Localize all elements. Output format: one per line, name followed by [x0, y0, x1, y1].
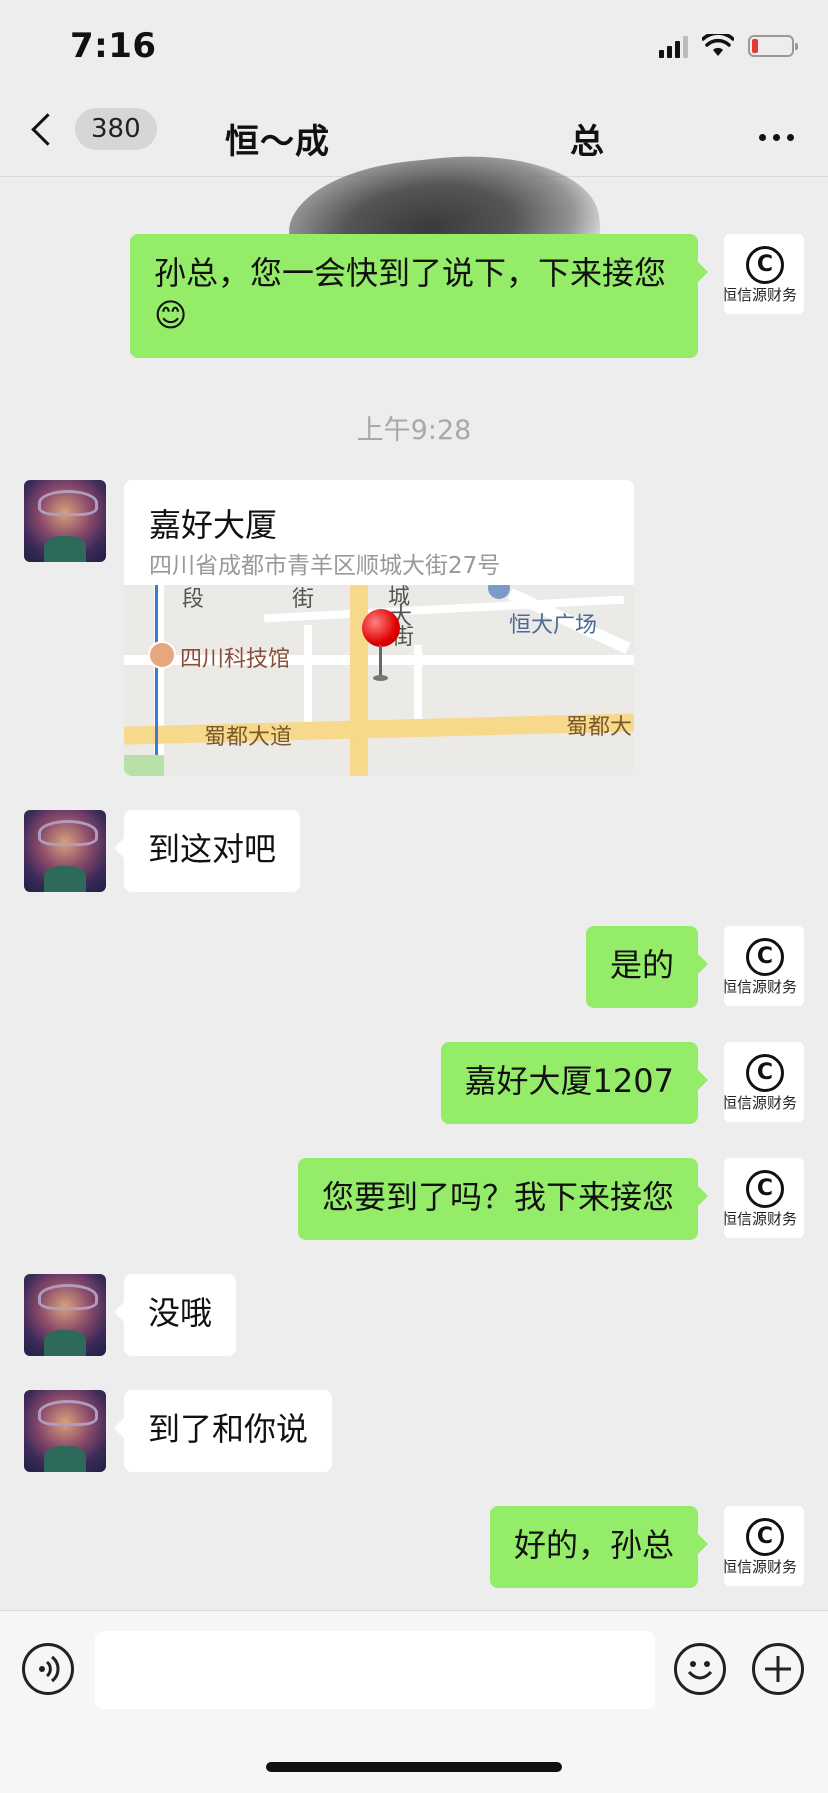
message-bubble-outgoing[interactable]: 孙总，您一会快到了说下，下来接您😊: [130, 234, 708, 358]
copyright-icon: C: [746, 1518, 784, 1556]
message-bubble-outgoing[interactable]: 好的，孙总: [489, 1506, 709, 1588]
message-bubble-incoming[interactable]: 到了和你说: [113, 1390, 333, 1472]
avatar[interactable]: [24, 1390, 106, 1472]
map-label: 段: [182, 587, 205, 612]
avatar-label: 恒信源财务: [724, 1094, 798, 1112]
avatar[interactable]: [24, 480, 106, 562]
avatar-label: 恒信源财务: [724, 286, 798, 304]
copyright-icon: C: [746, 938, 784, 976]
park-area: [124, 755, 164, 776]
avatar[interactable]: C 恒信源财务: [724, 1042, 804, 1122]
battery-icon: [748, 35, 798, 57]
message-bubble-outgoing[interactable]: 是的: [585, 926, 709, 1008]
copyright-icon: C: [746, 1170, 784, 1208]
avatar[interactable]: C 恒信源财务: [724, 1158, 804, 1238]
more-dots-icon[interactable]: [759, 134, 794, 141]
avatar[interactable]: [24, 810, 106, 892]
plus-icon[interactable]: [752, 1643, 804, 1695]
location-name: 嘉好大厦: [149, 506, 278, 544]
avatar[interactable]: [24, 1274, 106, 1356]
map-label: 四川科技馆: [180, 647, 291, 672]
map-label: 蜀都大: [566, 715, 633, 740]
message-bubble-incoming[interactable]: 没哦: [113, 1274, 237, 1356]
metro-line: [155, 585, 158, 776]
timestamp: 上午9:28: [356, 415, 472, 446]
chat-title-suffix: 总: [570, 122, 604, 162]
emoji-icon[interactable]: [674, 1643, 726, 1695]
status-bar: 7:16: [0, 0, 828, 100]
chevron-left-icon: [31, 112, 64, 146]
home-indicator[interactable]: [266, 1762, 562, 1772]
map-label: 恒大广场: [509, 613, 598, 638]
wifi-icon: [702, 34, 734, 56]
location-map: 恒大广场 四川科技馆 蜀都大道 蜀都大 街 城 大 街 段: [124, 585, 634, 776]
copyright-icon: C: [746, 1054, 784, 1092]
chat-title: 恒～成: [225, 122, 330, 162]
museum-icon: [148, 641, 176, 669]
back-button[interactable]: 380: [28, 108, 157, 150]
map-pin-icon: [362, 609, 400, 647]
avatar-label: 恒信源财务: [724, 1558, 798, 1576]
unread-badge: 380: [75, 108, 157, 150]
map-label: 蜀都大道: [204, 725, 293, 750]
landmark-icon: [488, 585, 510, 599]
map-label: 街: [292, 587, 315, 612]
message-input[interactable]: [95, 1631, 655, 1709]
message-bubble-outgoing[interactable]: 嘉好大厦1207: [440, 1042, 709, 1124]
signal-icon: [659, 34, 688, 58]
copyright-icon: C: [746, 246, 784, 284]
status-icons: [659, 34, 798, 58]
location-card[interactable]: 嘉好大厦 四川省成都市青羊区顺城大街27号 恒大广场 四川科技馆 蜀都大道 蜀都…: [124, 480, 634, 776]
voice-icon[interactable]: [22, 1643, 74, 1695]
avatar[interactable]: C 恒信源财务: [724, 234, 804, 314]
message-bubble-outgoing[interactable]: 您要到了吗？我下来接您: [297, 1158, 709, 1240]
status-time: 7:16: [70, 26, 157, 66]
chat-header: 380 恒～成 总: [0, 100, 828, 324]
message-bubble-incoming[interactable]: 到这对吧: [113, 810, 301, 892]
avatar-label: 恒信源财务: [724, 978, 798, 996]
location-address: 四川省成都市青羊区顺城大街27号: [149, 553, 501, 579]
avatar[interactable]: C 恒信源财务: [724, 926, 804, 1006]
avatar[interactable]: C 恒信源财务: [724, 1506, 804, 1586]
avatar-label: 恒信源财务: [724, 1210, 798, 1228]
battery-level: [752, 39, 759, 53]
